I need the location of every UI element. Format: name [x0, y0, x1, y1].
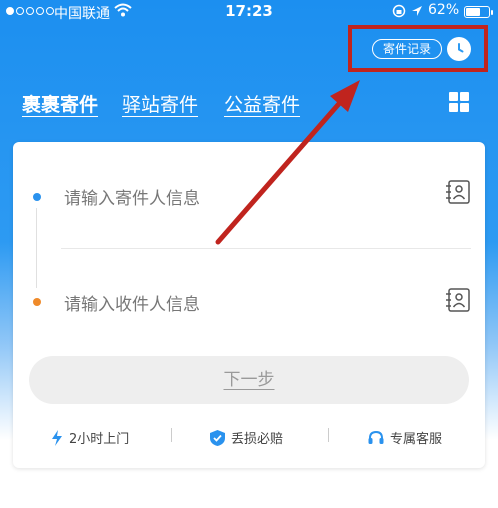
- feature-label: 丢损必赔: [231, 432, 284, 447]
- feature-separator: [171, 428, 172, 442]
- lightning-icon: [52, 429, 62, 446]
- feature-label: 专属客服: [390, 432, 443, 447]
- feature-separator: [328, 428, 329, 442]
- feature-compensation: 丢损必赔: [210, 428, 283, 447]
- grid-menu-icon[interactable]: [449, 92, 469, 112]
- field-divider: [61, 248, 471, 249]
- tab-charity-send[interactable]: 公益寄件: [224, 90, 300, 117]
- battery-icon: [464, 6, 493, 18]
- feature-service: 专属客服: [368, 428, 442, 447]
- feature-label: 2小时上门: [69, 432, 130, 447]
- headset-icon: [368, 430, 384, 444]
- next-step-button[interactable]: 下一步: [29, 356, 469, 404]
- rotation-lock-icon: [392, 4, 406, 18]
- timeline-connector: [36, 208, 37, 288]
- feature-pickup: 2小时上门: [51, 428, 129, 447]
- receiver-contacts-icon[interactable]: [445, 288, 471, 312]
- shipping-form-card: 请输入寄件人信息 请输入收件人信息 下一步 2小时上门 丢损必赔 专属客服: [13, 142, 485, 468]
- status-bar: 中国联通 17:23 62%: [0, 0, 498, 24]
- location-arrow-icon: [412, 6, 422, 16]
- tab-station-send[interactable]: 驿站寄件: [122, 90, 198, 117]
- receiver-input[interactable]: 请输入收件人信息: [64, 290, 200, 315]
- shield-check-icon: [210, 429, 225, 446]
- receiver-dot: [33, 298, 41, 306]
- sender-dot: [33, 193, 41, 201]
- tab-guoguo-send[interactable]: 裹裹寄件: [22, 90, 98, 117]
- sender-input[interactable]: 请输入寄件人信息: [64, 184, 200, 209]
- battery-percent: 62%: [428, 2, 460, 18]
- annotation-highlight-box: [348, 25, 488, 72]
- sender-contacts-icon[interactable]: [445, 180, 471, 204]
